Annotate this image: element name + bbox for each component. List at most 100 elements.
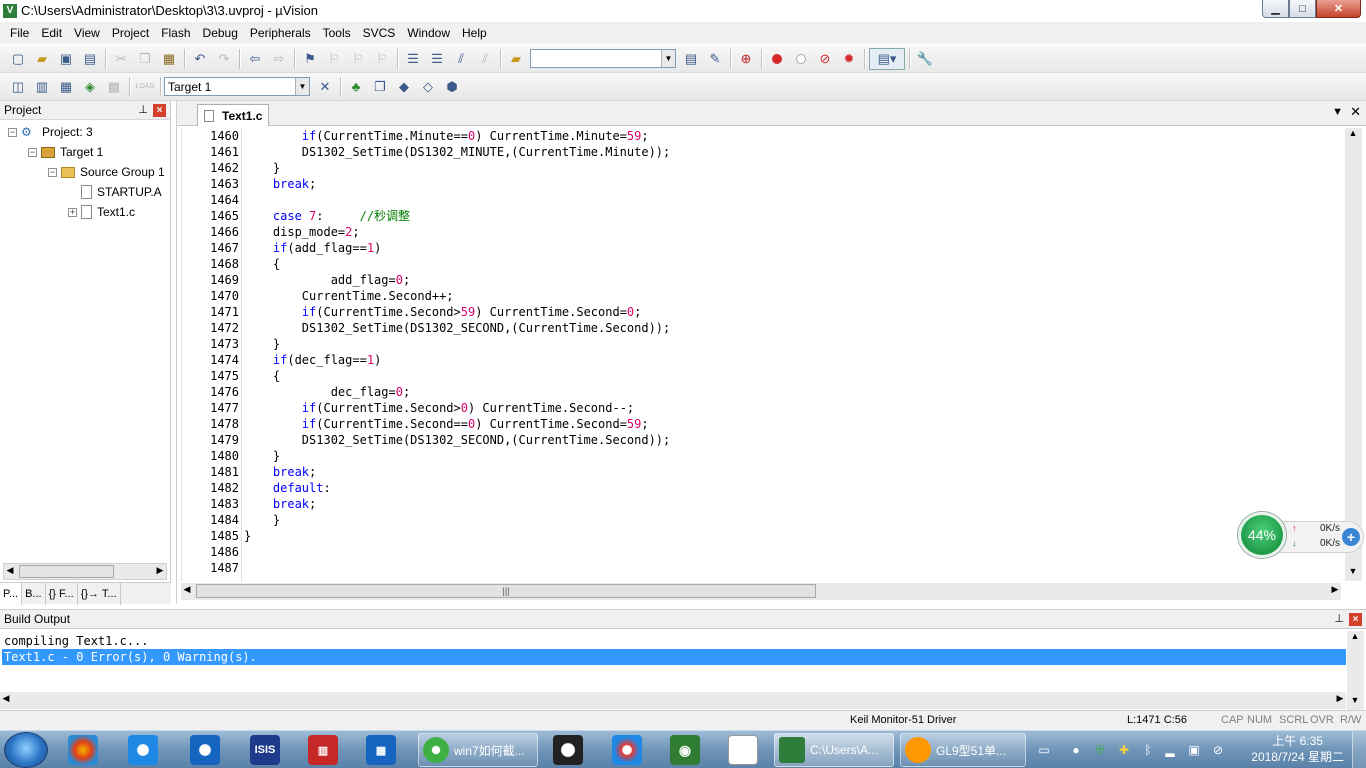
target-options-icon[interactable]: ✕ — [314, 76, 336, 98]
code-text[interactable]: if(CurrentTime.Second==0) CurrentTime.Se… — [244, 416, 649, 432]
add-icon[interactable]: + — [1342, 528, 1360, 546]
menu-flash[interactable]: Flash — [155, 22, 196, 44]
copy-files-icon[interactable]: ❐ — [369, 76, 391, 98]
photos-app-icon[interactable] — [68, 735, 98, 765]
bluetooth-icon[interactable]: ᛒ — [1140, 742, 1156, 758]
start-button-icon[interactable] — [4, 732, 48, 768]
rebuild-icon[interactable]: ▦ — [55, 76, 77, 98]
find-combo[interactable]: ▼ — [530, 49, 676, 68]
kill-breakpoints-icon[interactable]: ✹ — [838, 48, 860, 70]
chevron-down-icon[interactable]: ▼ — [1332, 106, 1343, 118]
pin-icon[interactable]: ⊥ — [138, 103, 148, 116]
tab-text1-c[interactable]: Text1.c — [197, 104, 269, 126]
code-text[interactable]: DS1302_SetTime(DS1302_SECOND,(CurrentTim… — [244, 320, 670, 336]
navigate-back-icon[interactable]: ⇦ — [244, 48, 266, 70]
code-text[interactable]: case 7: //秒调整 — [244, 208, 410, 224]
code-text[interactable]: add_flag=0; — [244, 272, 411, 288]
scroll-right-icon[interactable]: ▶ — [1329, 584, 1341, 595]
taskbar-window-shop[interactable]: GL9型51单... — [900, 733, 1026, 767]
code-text[interactable]: if(CurrentTime.Second>59) CurrentTime.Se… — [244, 304, 642, 320]
collapse-icon[interactable]: − — [28, 147, 37, 157]
paste-icon[interactable]: ▦ — [158, 48, 180, 70]
chevron-down-icon[interactable]: ▼ — [661, 50, 675, 67]
cut-icon[interactable]: ✂ — [110, 48, 132, 70]
network-speed-widget[interactable]: 44% ↑ 0K/s ↓ 0K/s + — [1238, 512, 1364, 558]
close-icon[interactable]: ✕ — [1350, 104, 1361, 120]
keyboard-icon[interactable]: ▭ — [1036, 742, 1052, 758]
tab-functions[interactable]: {} F... — [46, 583, 78, 605]
chevron-down-icon[interactable]: ▼ — [295, 78, 309, 95]
comment-icon[interactable]: ⫽ — [450, 48, 472, 70]
scroll-right-icon[interactable]: ▶ — [1334, 693, 1346, 704]
maximize-icon[interactable]: □ — [1289, 0, 1316, 18]
collapse-icon[interactable]: − — [48, 167, 57, 177]
taskbar-window-uvision[interactable]: C:\Users\A... — [774, 733, 894, 767]
minimize-icon[interactable]: ▁ — [1262, 0, 1289, 18]
uncomment-icon[interactable]: ⫽ — [474, 48, 496, 70]
code-text[interactable]: if(CurrentTime.Minute==0) CurrentTime.Mi… — [244, 128, 649, 144]
save-all-icon[interactable]: ▤ — [79, 48, 101, 70]
taskbar-window-browser[interactable]: win7如何截... — [418, 733, 538, 767]
uvision-app-icon[interactable]: V — [3, 3, 17, 18]
code-text[interactable]: default: — [244, 480, 331, 496]
configure-wrench-icon[interactable]: 🔧 — [914, 48, 936, 70]
menu-help[interactable]: Help — [456, 22, 493, 44]
code-text[interactable]: break; — [244, 496, 316, 512]
qq-penguin-icon[interactable] — [553, 735, 583, 765]
bookmark-prev-icon[interactable]: ⚐ — [323, 48, 345, 70]
bookmark-next-icon[interactable]: ⚐ — [347, 48, 369, 70]
code-text[interactable]: break; — [244, 176, 316, 192]
manage-project-items-icon[interactable]: ♣ — [345, 76, 367, 98]
stop-build-icon[interactable]: ▩ — [103, 76, 125, 98]
update-plus-icon[interactable]: ✚ — [1116, 742, 1132, 758]
isis-app-icon[interactable]: ISIS — [250, 735, 280, 765]
tab-books[interactable]: B... — [22, 583, 46, 605]
tree-item-source-group[interactable]: − Source Group 1 — [48, 162, 165, 182]
code-text[interactable]: if(add_flag==1) — [244, 240, 381, 256]
pin-icon[interactable]: ⊥ — [1334, 612, 1344, 625]
ares-app-icon[interactable]: ▥ — [308, 735, 338, 765]
collapse-icon[interactable]: − — [8, 127, 17, 137]
tab-templates[interactable]: {}→ T... — [78, 583, 121, 605]
build-output-line[interactable]: Text1.c - 0 Error(s), 0 Warning(s). — [2, 649, 1346, 665]
device-icon[interactable]: ▣ — [1186, 742, 1202, 758]
scroll-left-icon[interactable]: ◀ — [0, 693, 12, 704]
code-text[interactable]: if(CurrentTime.Second>0) CurrentTime.Sec… — [244, 400, 634, 416]
security-shield-icon[interactable]: ⛨ — [1092, 742, 1108, 758]
menu-tools[interactable]: Tools — [317, 22, 357, 44]
blank-document-icon[interactable] — [728, 735, 758, 765]
build-horizontal-scrollbar[interactable]: ◀ ▶ — [0, 692, 1346, 709]
code-text-area[interactable]: 1460 if(CurrentTime.Minute==0) CurrentTi… — [181, 128, 1341, 581]
project-horizontal-scrollbar[interactable]: ◀ ▶ — [3, 563, 167, 580]
download-load-icon[interactable]: LOAD — [134, 76, 156, 98]
internet-explorer-icon[interactable]: e — [190, 735, 220, 765]
build-output-line[interactable]: compiling Text1.c... — [2, 633, 149, 649]
close-icon[interactable]: ✕ — [1316, 0, 1361, 18]
xbox-app-icon[interactable]: ◉ — [670, 735, 700, 765]
speaker-muted-icon[interactable]: ⊘ — [1210, 742, 1226, 758]
scrollbar-thumb[interactable] — [19, 565, 114, 578]
code-text[interactable]: { — [244, 368, 280, 384]
translate-icon[interactable]: ◫ — [7, 76, 29, 98]
code-text[interactable]: dec_flag=0; — [244, 384, 411, 400]
menu-edit[interactable]: Edit — [35, 22, 68, 44]
code-text[interactable]: DS1302_SetTime(DS1302_MINUTE,(CurrentTim… — [244, 144, 670, 160]
circuit-app-icon[interactable]: ▦ — [366, 735, 396, 765]
bookmark-clear-icon[interactable]: ⚐ — [371, 48, 393, 70]
menu-peripherals[interactable]: Peripherals — [244, 22, 317, 44]
find-in-files-icon[interactable]: ▰ — [505, 48, 527, 70]
open-folder-icon[interactable]: ▰ — [31, 48, 53, 70]
build-vertical-scrollbar[interactable]: ▲ ▼ — [1347, 631, 1364, 710]
batch-build-icon[interactable]: ◈ — [79, 76, 101, 98]
menu-project[interactable]: Project — [106, 22, 155, 44]
tree-item-text1[interactable]: + Text1.c — [68, 202, 135, 222]
code-text[interactable]: } — [244, 448, 280, 464]
code-text[interactable]: } — [244, 528, 251, 544]
indent-icon[interactable]: ☰ — [402, 48, 424, 70]
menu-debug[interactable]: Debug — [197, 22, 244, 44]
show-desktop-button[interactable] — [1352, 731, 1366, 768]
menu-svcs[interactable]: SVCS — [357, 22, 402, 44]
code-text[interactable]: DS1302_SetTime(DS1302_SECOND,(CurrentTim… — [244, 432, 670, 448]
redo-icon[interactable]: ↷ — [213, 48, 235, 70]
find-icon[interactable]: ▤ — [680, 48, 702, 70]
